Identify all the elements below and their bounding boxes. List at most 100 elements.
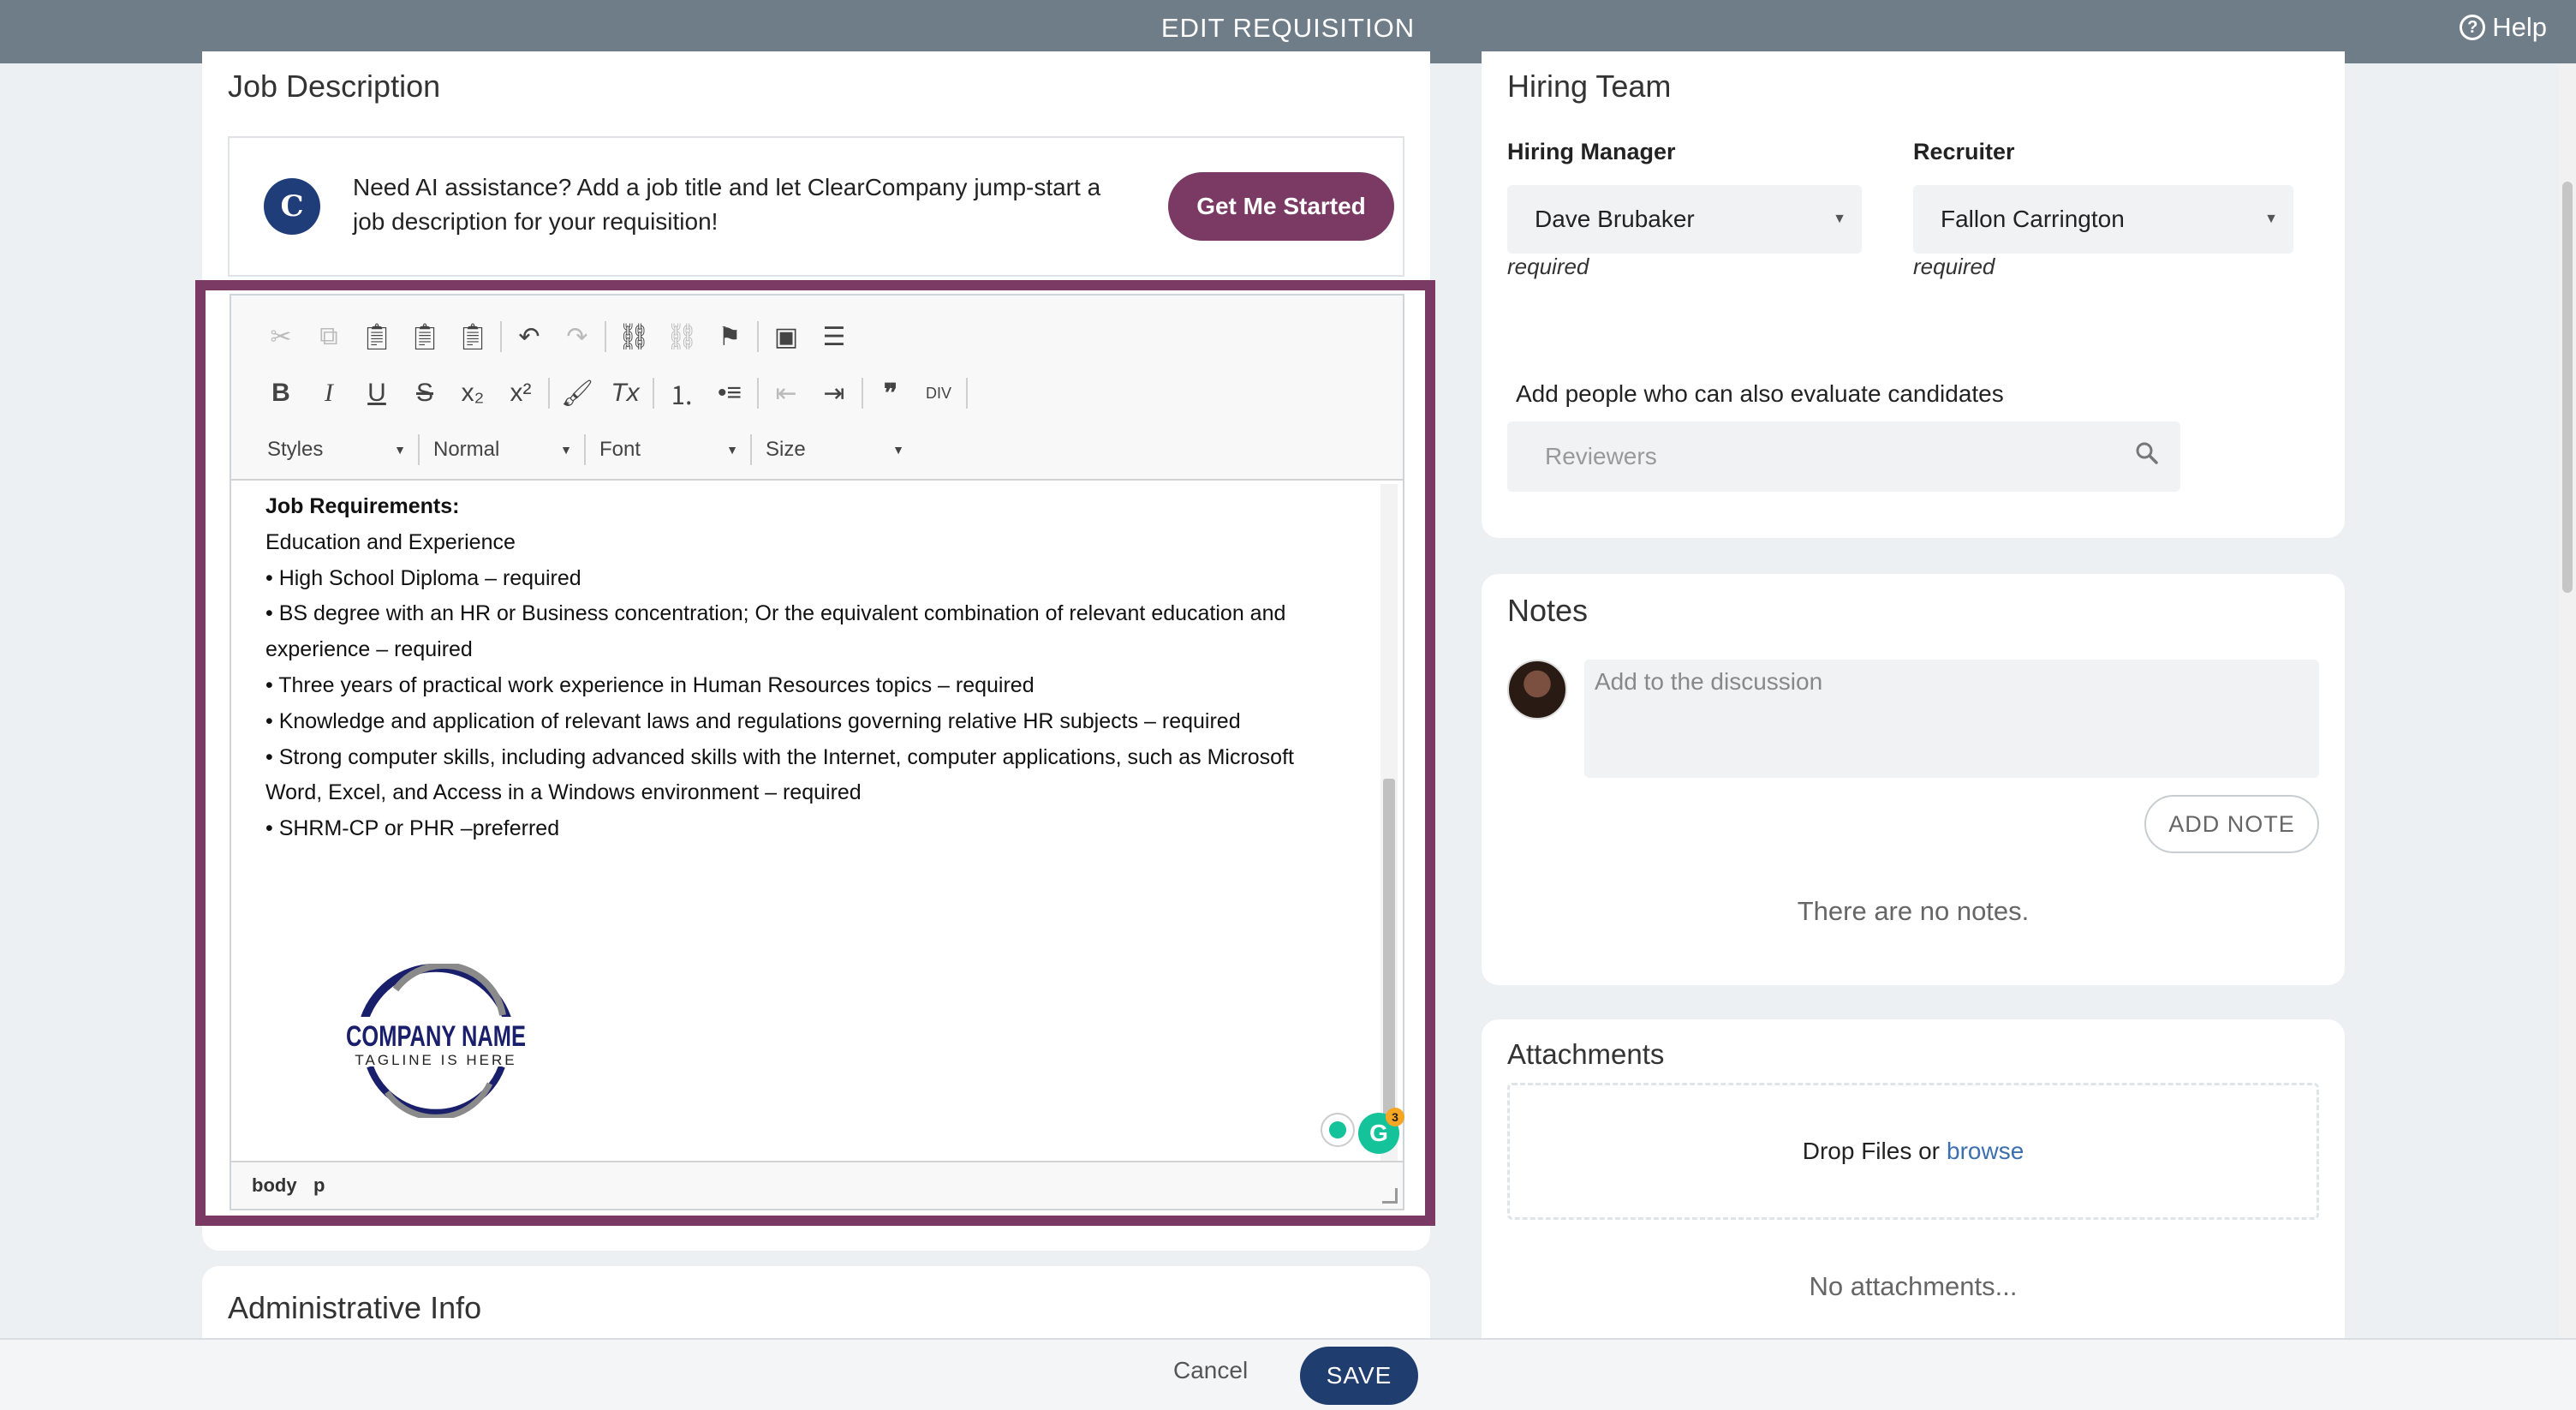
blockquote-icon[interactable]: ❞ (867, 373, 915, 414)
hiring-manager-select[interactable]: Dave Brubaker ▼ (1507, 185, 1862, 254)
superscript-icon[interactable]: x² (497, 373, 545, 414)
toolbar-separator (862, 378, 863, 409)
caret-down-icon: ▼ (560, 443, 572, 457)
notes-card: Notes Add to the discussion ADD NOTE The… (1482, 574, 2345, 985)
indent-icon[interactable]: ⇥ (810, 373, 858, 414)
bulleted-list-icon[interactable]: •≡ (706, 373, 754, 414)
paste-icon[interactable]: 📋︎ (353, 316, 401, 357)
search-icon[interactable] (2136, 442, 2158, 464)
page-title: EDIT REQUISITION (1160, 13, 1416, 43)
avatar (1507, 660, 1567, 720)
redo-icon[interactable]: ↷ (553, 316, 601, 357)
format-dropdown[interactable]: Normal ▼ (423, 429, 581, 470)
company-logo-name: COMPANY NAME (346, 1020, 526, 1053)
drop-files-text: Drop Files or (1802, 1138, 1940, 1164)
toolbar-separator (500, 321, 502, 352)
hiring-team-card: Hiring Team Hiring Manager Dave Brubaker… (1482, 51, 2345, 538)
reviewers-label: Add people who can also evaluate candida… (1516, 380, 2004, 407)
caret-down-icon: ▼ (394, 443, 406, 457)
editor-toolbar: ✂ ⧉ 📋︎ 📋︎ 📋︎ ↶ ↷ ⛓ ⛓ ⚑ ▣ ☰ B I U S x₂ x²… (231, 296, 1403, 481)
caret-down-icon: ▼ (892, 443, 904, 457)
save-button[interactable]: SAVE (1300, 1347, 1418, 1405)
remove-format-icon[interactable]: Tx (601, 373, 649, 414)
toolbar-row-3: Styles ▼ Normal ▼ Font ▼ Size ▼ (257, 429, 913, 470)
subscript-icon[interactable]: x₂ (449, 373, 497, 414)
recruiter-value: Fallon Carrington (1941, 206, 2125, 232)
requirement-line: • Knowledge and application of relevant … (265, 708, 1241, 733)
attachments-title: Attachments (1507, 1038, 1665, 1070)
toolbar-row-1: ✂ ⧉ 📋︎ 📋︎ 📋︎ ↶ ↷ ⛓ ⛓ ⚑ ▣ ☰ (257, 316, 858, 357)
job-description-title: Job Description (228, 69, 441, 104)
image-icon[interactable]: ▣ (762, 316, 810, 357)
cut-icon[interactable]: ✂ (257, 316, 305, 357)
no-attachments-text: No attachments... (1809, 1271, 2018, 1301)
create-div-icon[interactable]: DIV (915, 373, 963, 414)
undo-icon[interactable]: ↶ (505, 316, 553, 357)
no-notes-text: There are no notes. (1797, 896, 2030, 926)
grammarly-bulb-icon[interactable] (1321, 1113, 1355, 1147)
cancel-button[interactable]: Cancel (1173, 1357, 1248, 1384)
editor-content-area[interactable]: Job Requirements: Education and Experien… (265, 489, 1327, 847)
toolbar-separator (548, 378, 550, 409)
toolbar-separator (966, 378, 968, 409)
page-scrollbar-thumb[interactable] (2562, 182, 2573, 593)
numbered-list-icon[interactable]: ⒈ (658, 373, 706, 414)
paste-word-icon[interactable]: 📋︎ (449, 316, 497, 357)
hiring-manager-required: required (1507, 254, 1589, 279)
recruiter-select[interactable]: Fallon Carrington ▼ (1913, 185, 2293, 254)
element-path-p[interactable]: p (313, 1174, 325, 1197)
font-dropdown-label: Font (599, 438, 641, 461)
company-logo-image: COMPANY NAME TAGLINE IS HERE (344, 964, 528, 1118)
copy-icon[interactable]: ⧉ (305, 316, 353, 357)
bold-icon[interactable]: B (257, 373, 305, 414)
toolbar-separator (653, 378, 654, 409)
add-note-button[interactable]: ADD NOTE (2144, 795, 2319, 853)
editor-statusbar: body p (231, 1161, 1403, 1209)
format-dropdown-label: Normal (433, 438, 500, 461)
reviewers-input[interactable]: Reviewers (1507, 421, 2180, 492)
grammarly-widget[interactable]: G3 (1321, 1108, 1404, 1154)
grammarly-logo-icon[interactable]: G3 (1358, 1108, 1404, 1154)
rich-text-editor: ✂ ⧉ 📋︎ 📋︎ 📋︎ ↶ ↷ ⛓ ⛓ ⚑ ▣ ☰ B I U S x₂ x²… (230, 294, 1404, 1210)
anchor-flag-icon[interactable]: ⚑ (706, 316, 754, 357)
page-scrollbar[interactable] (2559, 63, 2576, 1338)
file-drop-zone[interactable]: Drop Files or browse (1507, 1083, 2319, 1220)
requirement-line: • High School Diploma – required (265, 565, 581, 590)
notes-title: Notes (1507, 593, 1589, 628)
underline-icon[interactable]: U (353, 373, 401, 414)
styles-dropdown-label: Styles (267, 438, 324, 461)
unlink-icon[interactable]: ⛓ (658, 316, 706, 357)
size-dropdown[interactable]: Size ▼ (755, 429, 913, 470)
copy-format-brush-icon[interactable]: 🖌︎ (553, 373, 601, 414)
toolbar-separator (584, 434, 586, 465)
editor-scrollbar[interactable] (1380, 484, 1398, 1169)
strikethrough-icon[interactable]: S (401, 373, 449, 414)
outdent-icon[interactable]: ⇤ (762, 373, 810, 414)
caret-down-icon: ▼ (2264, 212, 2278, 226)
styles-dropdown[interactable]: Styles ▼ (257, 429, 414, 470)
help-link[interactable]: ? Help (2460, 12, 2547, 43)
link-icon[interactable]: ⛓ (610, 316, 658, 357)
toolbar-separator (605, 321, 606, 352)
hiring-manager-label: Hiring Manager (1507, 139, 1676, 164)
ai-assistance-banner: C Need AI assistance? Add a job title an… (228, 136, 1404, 277)
element-path-body[interactable]: body (252, 1174, 297, 1197)
requirement-line: • Strong computer skills, including adva… (265, 744, 1294, 805)
education-subheading: Education and Experience (265, 529, 516, 554)
footer-bar: Cancel SAVE (0, 1338, 2576, 1410)
toolbar-separator (750, 434, 752, 465)
horizontal-line-icon[interactable]: ☰ (810, 316, 858, 357)
paste-text-icon[interactable]: 📋︎ (401, 316, 449, 357)
editor-scrollbar-thumb[interactable] (1383, 779, 1395, 1144)
toolbar-separator (418, 434, 420, 465)
get-me-started-button[interactable]: Get Me Started (1168, 172, 1394, 241)
requirement-line: • SHRM-CP or PHR –preferred (265, 816, 560, 841)
grammarly-count-badge: 3 (1386, 1108, 1404, 1126)
font-dropdown[interactable]: Font ▼ (589, 429, 747, 470)
browse-link[interactable]: browse (1947, 1138, 2024, 1165)
resize-grip-icon[interactable] (1382, 1188, 1398, 1204)
clearcompany-logo-icon: C (264, 178, 320, 235)
italic-icon[interactable]: I (305, 373, 353, 414)
toolbar-row-2: B I U S x₂ x² 🖌︎ Tx ⒈ •≡ ⇤ ⇥ ❞ DIV (257, 373, 971, 414)
note-textarea[interactable]: Add to the discussion (1584, 660, 2319, 778)
